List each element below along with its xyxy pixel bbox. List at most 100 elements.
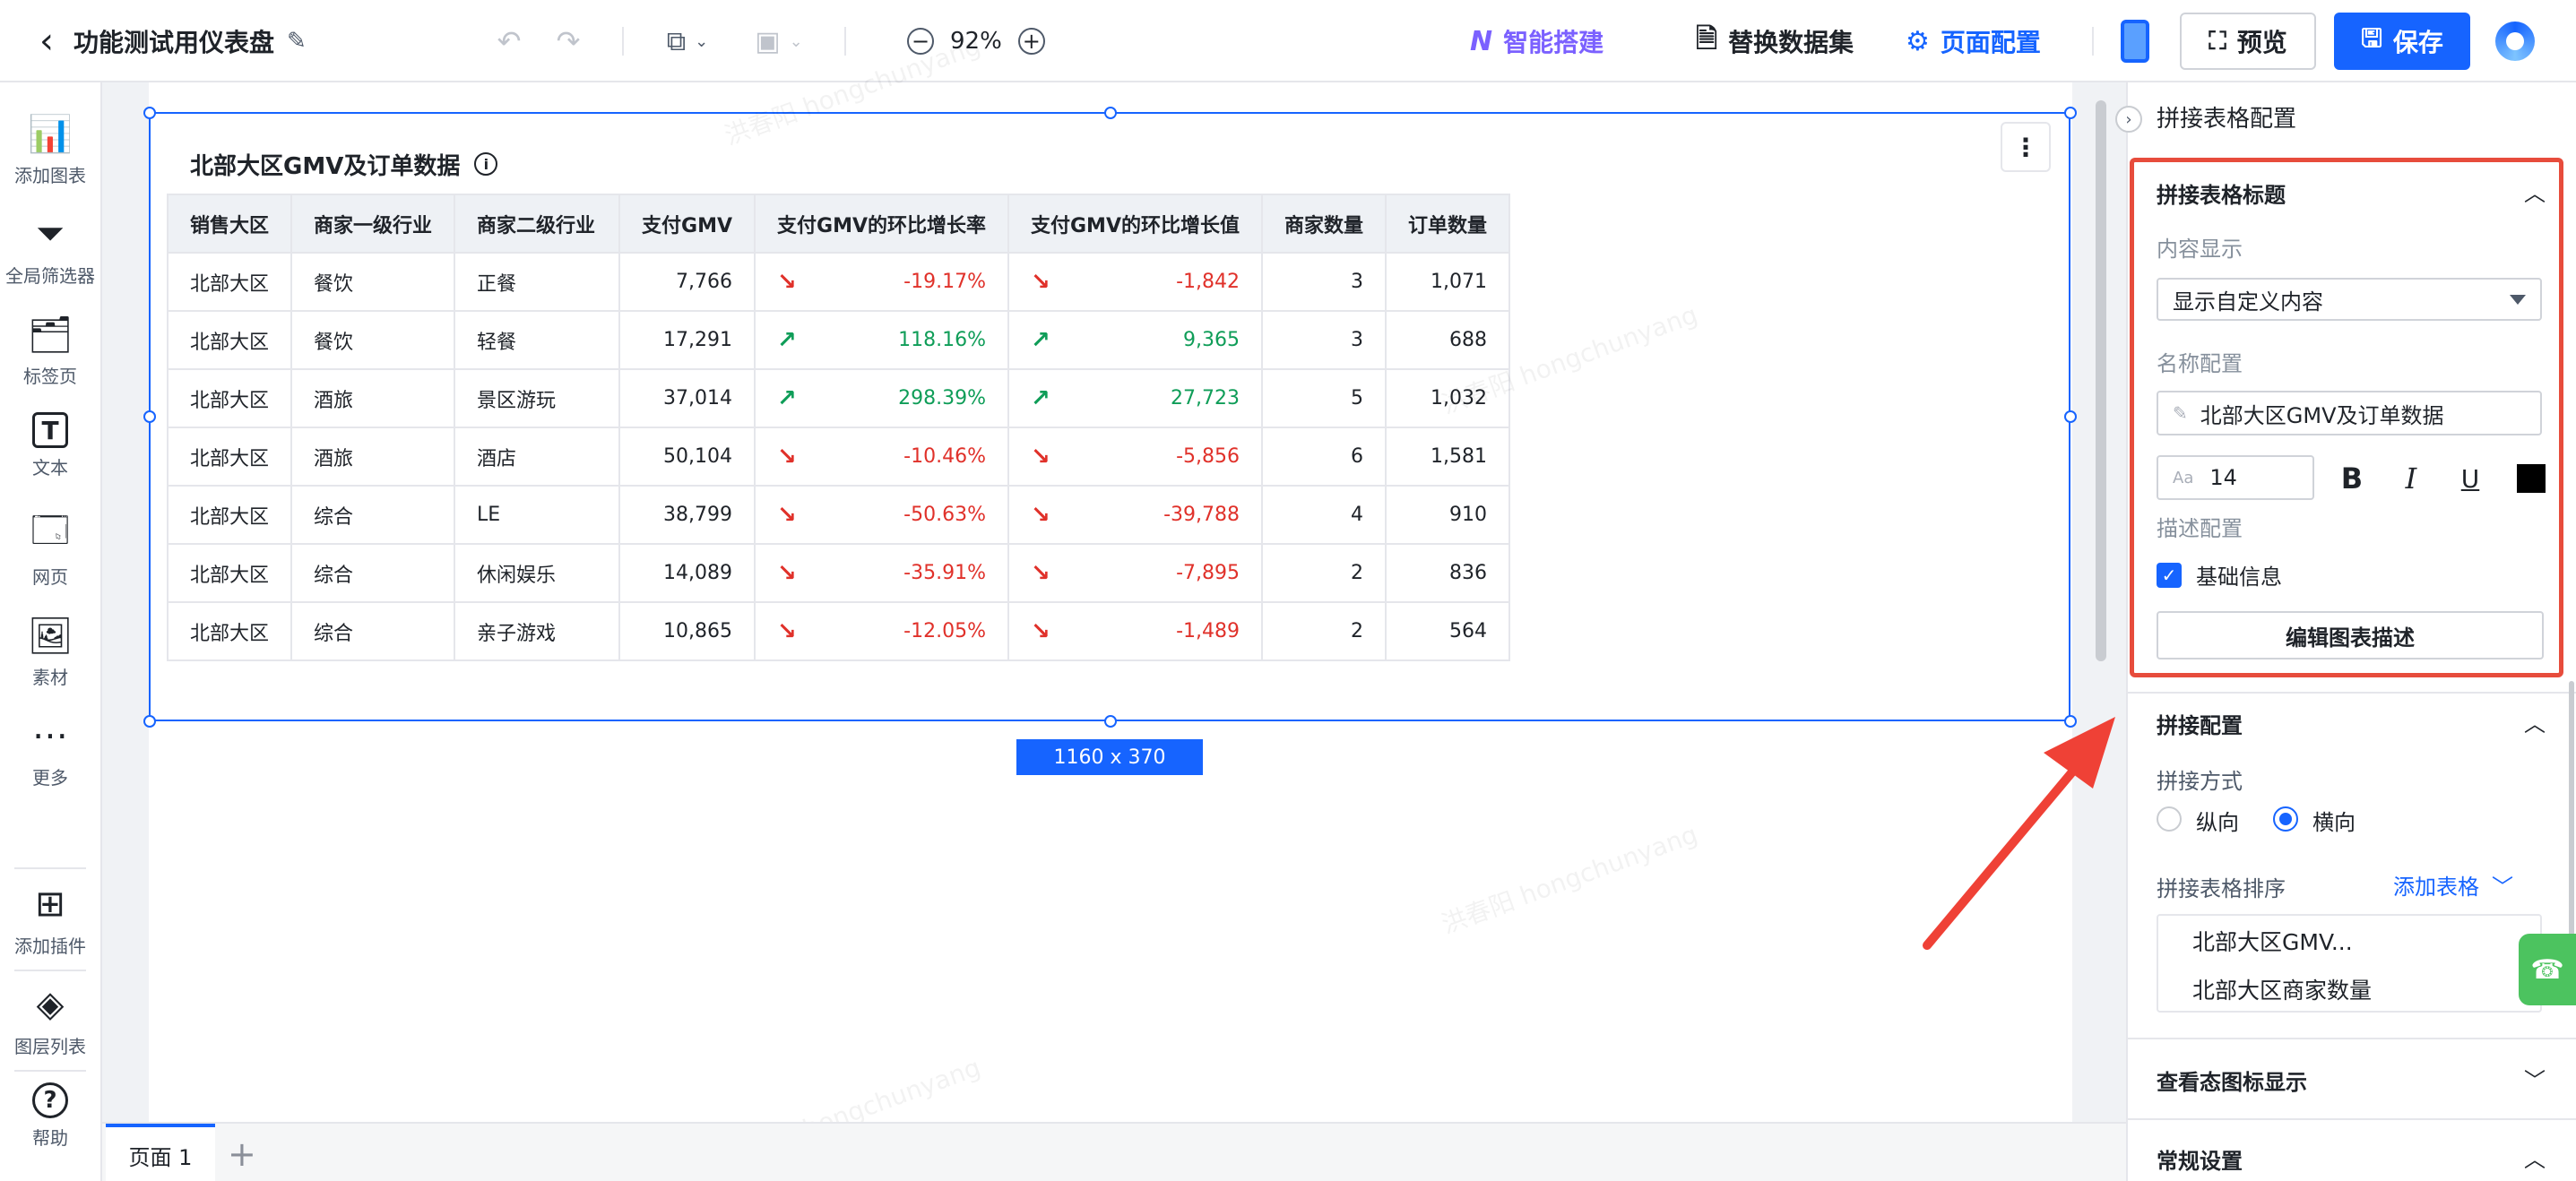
mobile-preview-icon[interactable] — [2121, 20, 2149, 63]
sidebar-label: 标签页 — [23, 366, 77, 387]
cell-industry-1: 餐饮 — [290, 310, 456, 370]
chevron-up-icon[interactable]: ︿ — [2524, 706, 2546, 737]
table-row[interactable]: 北部大区 酒旅 酒店 50,104 ↘ -10.46% ↘ -5,856 6 1,581 — [166, 427, 1511, 487]
table-row[interactable]: 北部大区 综合 LE 38,799 ↘ -50.63% ↘ -39,788 4 910 — [166, 485, 1511, 545]
size-badge: 1160 x 370 — [1016, 739, 1203, 775]
swap-dataset-button[interactable]: 🗎 替换数据集 — [1696, 18, 1854, 65]
chevron-up-icon[interactable]: ︿ — [2524, 1142, 2546, 1173]
zoom-out-icon[interactable]: − — [907, 28, 934, 55]
zoom-in-icon[interactable]: + — [1017, 28, 1045, 55]
top-toolbar: ‹ 功能测试用仪表盘 ✎ ↶ ↷ ⧉ ⌄ ▣ ⌄ − 92% + N 智能搭建 🗎 … — [0, 0, 2576, 82]
cell-gmv-rate: ↘ -35.91% — [754, 543, 1009, 603]
section-divider — [2128, 1038, 2576, 1039]
cell-gmv-delta: ↘ -39,788 — [1007, 485, 1263, 545]
page-tab[interactable]: 页面 1 — [106, 1124, 215, 1181]
column-header[interactable]: 商家数量 — [1260, 194, 1387, 254]
ai-build-button[interactable]: N 智能搭建 — [1470, 18, 1604, 65]
copy-layer-icon[interactable]: ⧉ ⌄ — [656, 18, 719, 65]
layers-icon: ◈ — [36, 984, 65, 1025]
section-divider — [2128, 692, 2576, 694]
column-header[interactable]: 商家一级行业 — [290, 194, 456, 254]
resize-handle-top-left[interactable] — [143, 107, 156, 119]
canvas-scrollbar[interactable] — [2096, 100, 2106, 661]
horizontal-radio[interactable] — [2273, 806, 2298, 832]
table-row[interactable]: 北部大区 综合 休闲娱乐 14,089 ↘ -35.91% ↘ -7,895 2 836 — [166, 543, 1511, 603]
table-row[interactable]: 北部大区 餐饮 轻餐 17,291 ↗ 118.16% ↗ 9,365 3 688 — [166, 310, 1511, 370]
more-dots-icon: ⋯ — [32, 715, 68, 756]
column-header[interactable]: 商家二级行业 — [454, 194, 621, 254]
vertical-label: 纵向 — [2196, 810, 2239, 835]
viewstate-section-header[interactable]: 查看态图标显示 — [2157, 1065, 2307, 1096]
chart-title-text: 北部大区GMV及订单数据 — [190, 152, 461, 180]
document-swap-icon: 🗎 — [1696, 22, 1718, 55]
sidebar-label: 帮助 — [32, 1127, 68, 1149]
resize-handle-left[interactable] — [143, 410, 156, 423]
page-tab-bar: 页面 1 + — [102, 1122, 2126, 1181]
sidebar-item-add-plugin[interactable]: ⊞ 添加插件 — [0, 882, 100, 958]
info-icon[interactable]: i — [474, 152, 498, 176]
cell-orders: 1,032 — [1384, 368, 1511, 428]
sidebar-item-tab-page[interactable]: 🗂 标签页 — [0, 312, 100, 388]
table-row[interactable]: 北部大区 综合 亲子游戏 10,865 ↘ -12.05% ↘ -1,489 2 564 — [166, 601, 1511, 661]
chevron-down-icon[interactable]: ﹀ — [2524, 1063, 2546, 1094]
resize-handle-top-right[interactable] — [2064, 107, 2077, 119]
sidebar-item-webpage[interactable]: 🗔 网页 — [0, 510, 100, 589]
resize-handle-bottom[interactable] — [1104, 715, 1117, 728]
sidebar-item-add-chart[interactable]: 📊 添加图表 — [0, 111, 100, 187]
column-header[interactable]: 支付GMV的环比增长率 — [754, 194, 1009, 254]
list-item[interactable]: 北部大区GMV... — [2192, 925, 2353, 957]
concat-section-header[interactable]: 拼接配置 — [2157, 708, 2243, 739]
list-item[interactable]: 北部大区商家数量 — [2192, 973, 2372, 1005]
sidebar-item-layers[interactable]: ◈ 图层列表 — [0, 982, 100, 1058]
table-row[interactable]: 北部大区 酒旅 景区游玩 37,014 ↗ 298.39% ↗ 27,723 5 1,032 — [166, 368, 1511, 428]
gmv-rate-value: -12.05% — [903, 620, 986, 642]
filter-funnel-icon: ⏷ — [36, 213, 65, 254]
cell-industry-1: 综合 — [290, 543, 456, 603]
add-table-label: 添加表格 — [2393, 875, 2479, 900]
cell-gmv-delta: ↘ -1,489 — [1007, 601, 1263, 661]
cell-orders: 836 — [1384, 543, 1511, 603]
sidebar-item-more[interactable]: ⋯ 更多 — [0, 713, 100, 789]
sidebar-item-text[interactable]: T 文本 — [0, 412, 100, 479]
chart-more-options-icon[interactable]: ⋮ — [2001, 122, 2051, 172]
sidebar-item-assets[interactable]: 🖼 素材 — [0, 613, 100, 689]
align-icon[interactable]: ▣ ⌄ — [748, 18, 810, 65]
assistant-logo-icon[interactable] — [2495, 22, 2535, 61]
dashboard-title[interactable]: 功能测试用仪表盘 ✎ — [73, 18, 307, 65]
add-page-icon[interactable]: + — [228, 1134, 256, 1174]
cell-gmv-delta: ↘ -7,895 — [1007, 543, 1263, 603]
sidebar-item-global-filter[interactable]: ⏷ 全局筛选器 — [0, 211, 100, 288]
cell-gmv: 7,766 — [618, 252, 756, 312]
column-header[interactable]: 支付GMV — [618, 194, 756, 254]
vertical-radio[interactable] — [2157, 806, 2182, 832]
column-header[interactable]: 支付GMV的环比增长值 — [1007, 194, 1263, 254]
undo-icon[interactable]: ↶ — [491, 18, 527, 65]
column-header[interactable]: 销售大区 — [166, 194, 293, 254]
customer-support-icon[interactable]: ☎ — [2519, 934, 2576, 1005]
general-section-header[interactable]: 常规设置 — [2157, 1143, 2243, 1175]
redo-icon[interactable]: ↷ — [550, 18, 586, 65]
resize-handle-bottom-left[interactable] — [143, 715, 156, 728]
ai-logo-icon: N — [1470, 25, 1493, 57]
sidebar-divider — [14, 867, 86, 869]
edit-pencil-icon[interactable]: ✎ — [287, 28, 307, 55]
sidebar-label: 图层列表 — [14, 1036, 86, 1057]
save-button[interactable]: 🖫 保存 — [2334, 13, 2470, 70]
preview-button[interactable]: ⛶ 预览 — [2180, 13, 2316, 70]
browser-window-icon: 🗔 — [30, 510, 70, 551]
panel-scrollbar[interactable] — [2569, 681, 2574, 950]
add-table-button[interactable]: 添加表格 ﹀ — [2393, 869, 2513, 901]
cell-merchants: 2 — [1260, 601, 1387, 661]
trend-up-arrow-icon: ↗ — [777, 384, 797, 412]
resize-handle-right[interactable] — [2064, 410, 2077, 423]
column-header[interactable]: 订单数量 — [1384, 194, 1511, 254]
page-config-button[interactable]: ⚙ 页面配置 — [1906, 18, 2041, 65]
resize-handle-top[interactable] — [1104, 107, 1117, 119]
sidebar-label: 添加图表 — [14, 165, 86, 186]
table-row[interactable]: 北部大区 餐饮 正餐 7,766 ↘ -19.17% ↘ -1,842 3 1,071 — [166, 252, 1511, 312]
zoom-control: − 92% + — [907, 18, 1045, 65]
gmv-delta-value: -1,489 — [1176, 620, 1240, 642]
sidebar-item-help[interactable]: ? 帮助 — [0, 1082, 100, 1150]
back-arrow-icon[interactable]: ‹ — [25, 20, 68, 63]
collapse-panel-chevron-icon[interactable]: › — [2115, 106, 2142, 133]
